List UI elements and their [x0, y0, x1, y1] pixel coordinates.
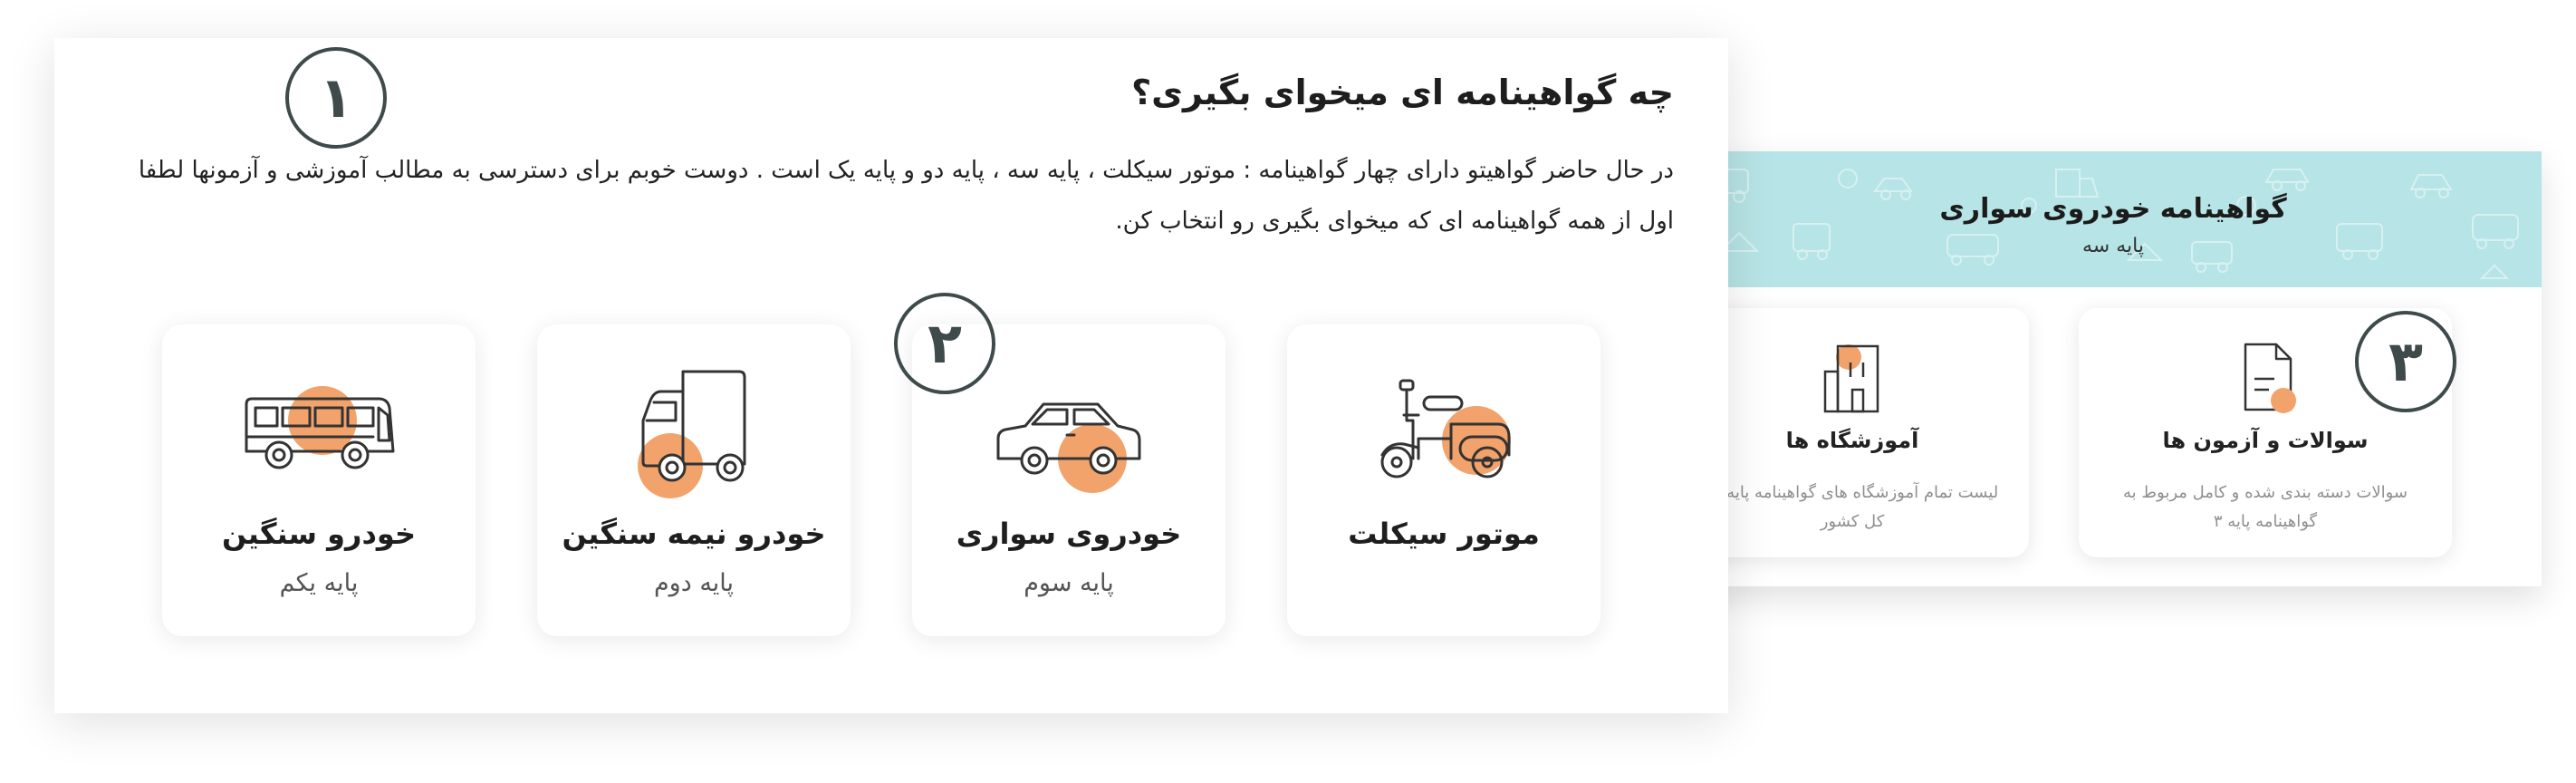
license-name: خودرو سنگین [222, 517, 416, 551]
feature-description: سوالات دسته بندی شده و کامل مربوط به گوا… [2123, 483, 2408, 531]
license-card-truck[interactable]: خودرو نیمه سنگین پایه دوم [537, 324, 851, 636]
step-1-marker: ۱ [285, 47, 387, 149]
page-description: در حال حاضر گواهیتو دارای چهار گواهینامه… [138, 157, 1674, 235]
detail-header: گواهینامه خودروی سواری پایه سه [1685, 151, 2542, 287]
feature-title: سوالات و آزمون ها [2162, 428, 2369, 453]
license-name: موتور سیکلت [1348, 517, 1540, 551]
feature-title: آموزشگاه ها [1785, 428, 1919, 453]
detail-title: گواهینامه خودروی سواری [1939, 193, 2287, 225]
page-title: چه گواهینامه ای میخوای بگیری؟ [1131, 72, 1674, 112]
step-3-marker: ۳ [2355, 311, 2456, 412]
license-grade: پایه سوم [1024, 569, 1114, 597]
motorcycle-icon [1380, 379, 1511, 478]
feature-card-schools[interactable]: آموزشگاه ها لیست تمام آموزشگاه های گواهی… [1685, 308, 2029, 557]
license-grade: پایه یکم [279, 569, 359, 597]
bus-icon [245, 386, 395, 469]
license-selection-panel: چه گواهینامه ای میخوای بگیری؟ در حال حاض… [54, 38, 1728, 713]
car-icon [996, 402, 1141, 493]
step-2-marker: ۲ [894, 293, 995, 394]
document-icon [2244, 343, 2296, 413]
license-name: خودروی سواری [956, 517, 1182, 551]
feature-description: لیست تمام آموزشگاه های گواهینامه پایه در… [1706, 483, 1999, 531]
truck-icon [638, 370, 746, 498]
license-name: خودرو نیمه سنگین [562, 517, 826, 551]
building-icon [1823, 344, 1879, 413]
license-card-motorcycle[interactable]: موتور سیکلت [1287, 324, 1600, 636]
license-card-bus[interactable]: خودرو سنگین پایه یکم [162, 324, 476, 636]
detail-subtitle: پایه سه [2082, 235, 2144, 257]
license-grade: پایه دوم [653, 569, 735, 597]
